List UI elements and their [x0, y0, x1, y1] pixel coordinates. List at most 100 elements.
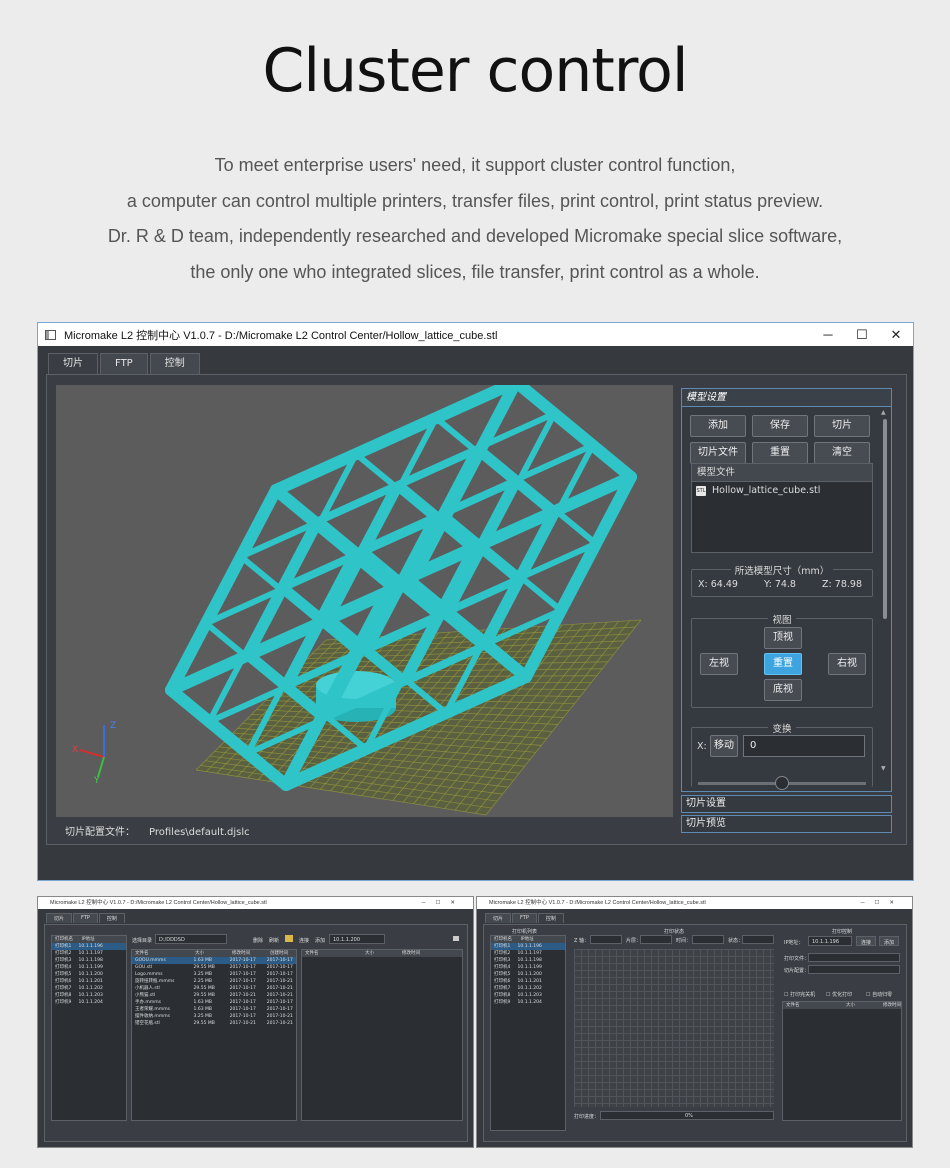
move-slider[interactable]	[698, 776, 866, 790]
mini-tab-slice[interactable]: 切片	[46, 913, 73, 923]
cell: 2017-10-17	[266, 965, 293, 970]
connect-button[interactable]: 连接	[856, 936, 876, 946]
3d-viewport[interactable]: Z X Y	[56, 385, 673, 817]
ip-input[interactable]: 10.1.1.200	[329, 934, 385, 944]
table-row[interactable]: 手办.mmms 1.63 MB 2017-10-17 2017-10-17	[132, 999, 296, 1006]
cell: 王者荣耀.mmms	[135, 1007, 170, 1012]
list-item[interactable]: 打印机6 10.1.1.201	[52, 978, 126, 985]
list-item[interactable]: 打印机3 10.1.1.198	[491, 957, 565, 964]
control-pane: 打印机列表 打印机名 IP地址 打印机1 10.1.1.196 打印机2 10.1…	[483, 924, 907, 1142]
move-button[interactable]: 移动	[710, 735, 738, 757]
list-item[interactable]: 打印机4 10.1.1.199	[491, 964, 565, 971]
printer-name: 打印机2	[494, 951, 511, 956]
list-item[interactable]: STL Hollow_lattice_cube.stl	[692, 482, 872, 496]
save-button[interactable]: 保存	[752, 415, 808, 437]
check-optimize[interactable]: ☐ 优化打印	[826, 991, 852, 998]
list-item[interactable]: 打印机9 10.1.1.204	[491, 999, 565, 1006]
cell: 29.55 MB	[193, 993, 215, 998]
clear-button[interactable]: 清空	[814, 442, 870, 464]
cell: 3.25 MB	[193, 972, 212, 977]
list-item[interactable]: 打印机7 10.1.1.202	[52, 985, 126, 992]
slice-preview-section[interactable]: 切片预览	[681, 815, 892, 833]
ip-input[interactable]: 10.1.1.196	[808, 936, 852, 946]
table-row[interactable]: 小机器人.stl 29.55 MB 2017-10-17 2017-10-21	[132, 985, 296, 992]
delete-link[interactable]: 删除	[253, 937, 263, 944]
intro-line: Dr. R & D team, independently researched…	[107, 226, 843, 246]
tab-ftp[interactable]: FTP	[100, 353, 148, 374]
list-item[interactable]: 打印机7 10.1.1.202	[491, 985, 565, 992]
table-row[interactable]: 摆件收纳.mmms 3.25 MB 2017-10-17 2017-10-21	[132, 1013, 296, 1020]
list-item[interactable]: 打印机3 10.1.1.198	[52, 957, 126, 964]
remote-file-header: 文件名 大小 修改时间	[302, 950, 462, 957]
slice-settings-section[interactable]: 切片设置	[681, 795, 892, 813]
add-button[interactable]: 添加	[879, 936, 899, 946]
table-row[interactable]: 旋转扭转瓶.mmms 2.25 MB 2017-10-17 2017-10-21	[132, 978, 296, 985]
tab-slice[interactable]: 切片	[48, 353, 98, 374]
list-item[interactable]: 打印机6 10.1.1.201	[491, 978, 565, 985]
control-screenshot: Micromake L2 控制中心 V1.0.7 - D:/Micromake …	[476, 896, 913, 1148]
app-window: Micromake L2 控制中心 V1.0.7 - D:/Micromake …	[37, 322, 914, 881]
print-file-input[interactable]	[808, 953, 900, 962]
panel-scrollbar[interactable]: ▲ ▼	[881, 409, 889, 772]
cell: 2017-10-21	[229, 1021, 256, 1026]
table-row[interactable]: GOU.stl 29.55 MB 2017-10-17 2017-10-17	[132, 964, 296, 971]
open-folder-icon[interactable]	[453, 936, 459, 941]
mini-tab-control[interactable]: 控制	[98, 913, 125, 923]
table-row[interactable]: 镂空花瓶.stl 29.55 MB 2017-10-21 2017-10-21	[132, 1020, 296, 1027]
list-item[interactable]: 打印机8 10.1.1.203	[52, 992, 126, 999]
folder-icon[interactable]	[285, 935, 293, 942]
list-item[interactable]: 打印机1 10.1.1.196	[491, 943, 565, 950]
profile-value[interactable]: Profiles\default.djslc	[149, 827, 250, 838]
slice-button[interactable]: 切片	[814, 415, 870, 437]
mini-tab-ftp[interactable]: FTP	[73, 913, 98, 923]
maximize-button[interactable]: ☐	[845, 327, 879, 343]
top-view-button[interactable]: 顶视	[764, 627, 802, 649]
reset-view-button[interactable]: 重置	[764, 653, 802, 675]
slice-file-button[interactable]: 切片文件	[690, 442, 746, 464]
profile-row: 切片配置文件： Profiles\default.djslc	[65, 823, 250, 838]
close-button[interactable]: ✕	[879, 327, 913, 343]
check-autohome[interactable]: ☐ 自动归零	[866, 991, 892, 998]
mini-tab-slice[interactable]: 切片	[485, 913, 512, 923]
list-item[interactable]: 打印机2 10.1.1.197	[491, 950, 565, 957]
check-shutdown[interactable]: ☐ 打印完关机	[784, 991, 815, 998]
list-item[interactable]: 打印机8 10.1.1.203	[491, 992, 565, 999]
progress-label: 打印进度：	[574, 1114, 600, 1120]
printer-name: 打印机4	[55, 965, 72, 970]
list-item[interactable]: 打印机4 10.1.1.199	[52, 964, 126, 971]
cell: 2017-10-17	[266, 1007, 293, 1012]
mini-tab-ftp[interactable]: FTP	[512, 913, 537, 923]
bottom-view-button[interactable]: 底视	[764, 679, 802, 701]
panel-title[interactable]: 模型设置	[682, 389, 891, 407]
list-item[interactable]: 打印机9 10.1.1.204	[52, 999, 126, 1006]
add-link[interactable]: 添加	[315, 937, 325, 944]
left-view-button[interactable]: 左视	[700, 653, 738, 675]
mini-tab-control[interactable]: 控制	[537, 913, 564, 923]
table-row[interactable]: GOOU.mmms 1.63 MB 2017-10-17 2017-10-17	[132, 957, 296, 964]
ip-label: IP地址：	[784, 940, 804, 946]
connect-link[interactable]: 连接	[299, 937, 309, 944]
scrollbar-thumb[interactable]	[883, 419, 887, 619]
table-row[interactable]: Logo.mmms 3.25 MB 2017-10-17 2017-10-17	[132, 971, 296, 978]
minimize-button[interactable]: ─	[811, 327, 845, 342]
list-item[interactable]: 打印机5 10.1.1.200	[491, 971, 565, 978]
list-item[interactable]: 打印机1 10.1.1.196	[52, 943, 126, 950]
move-value-input[interactable]: 0	[743, 735, 865, 757]
dir-input[interactable]: D:/DDDSD	[155, 934, 227, 944]
axis-z-label: Z	[110, 721, 116, 731]
refresh-link[interactable]: 刷新	[269, 937, 279, 944]
slice-config-input[interactable]	[808, 965, 900, 974]
reset-button[interactable]: 重置	[752, 442, 808, 464]
printer-ip: 10.1.1.198	[78, 958, 103, 963]
print-file-label: 打印文件：	[784, 956, 810, 962]
printer-name: 打印机2	[55, 951, 72, 956]
list-item[interactable]: 打印机5 10.1.1.200	[52, 971, 126, 978]
add-button[interactable]: 添加	[690, 415, 746, 437]
right-view-button[interactable]: 右视	[828, 653, 866, 675]
tab-control[interactable]: 控制	[149, 353, 200, 374]
table-row[interactable]: 小熊猫.stl 29.55 MB 2017-10-21 2017-10-21	[132, 992, 296, 999]
table-row[interactable]: 王者荣耀.mmms 1.63 MB 2017-10-17 2017-10-17	[132, 1006, 296, 1013]
slider-handle[interactable]	[775, 776, 789, 790]
list-item[interactable]: 打印机2 10.1.1.197	[52, 950, 126, 957]
printer-ip: 10.1.1.204	[78, 1000, 103, 1005]
